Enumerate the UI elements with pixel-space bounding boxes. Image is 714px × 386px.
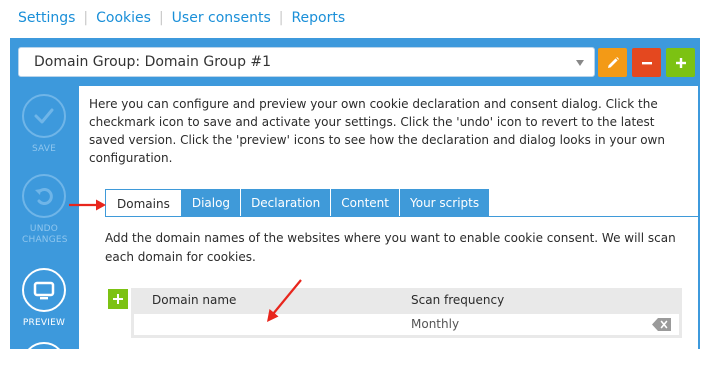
content-area: Here you can configure and preview your … [79,86,698,349]
column-header-scan-frequency: Scan frequency [411,293,505,307]
preview-circle [22,268,66,312]
plus-icon [675,57,686,68]
undo-label: UNDO CHANGES [22,224,68,245]
save-circle [22,94,66,138]
nav-settings-link[interactable]: Settings [18,10,75,26]
domains-description: Add the domain names of the websites whe… [105,231,676,264]
tab-dialog[interactable]: Dialog [181,189,242,216]
tab-bar: Domains Dialog Declaration Content Your … [105,189,491,217]
domain-group-select[interactable]: Domain Group: Domain Group #1 [18,47,595,77]
minus-icon [641,61,652,64]
edit-group-button[interactable] [598,48,627,77]
tab-declaration[interactable]: Declaration [241,189,332,216]
tab-your-scripts[interactable]: Your scripts [399,189,491,216]
undo-circle [22,174,66,218]
table-row: Monthly [134,314,679,335]
domains-table: Domain name Scan frequency Monthly [131,288,682,338]
top-nav: Settings | Cookies | User consents | Rep… [18,8,345,28]
domain-group-value: Domain Group: Domain Group #1 [34,54,272,70]
column-header-domain-name: Domain name [152,293,237,307]
chevron-down-icon [576,60,584,66]
checkmark-icon [34,108,54,124]
preview-label: PREVIEW [22,318,66,328]
intro-text: Here you can configure and preview your … [89,97,665,165]
annotation-arrow-icon [267,279,302,322]
tab-domains[interactable]: Domains [105,189,182,217]
nav-separator: | [278,10,284,26]
scan-frequency-select[interactable]: Monthly [411,317,459,331]
save-button[interactable]: SAVE [10,94,78,155]
add-group-button[interactable] [666,48,695,77]
nav-cookies-link[interactable]: Cookies [96,10,151,26]
preview-button[interactable]: PREVIEW [10,268,78,329]
annotation-arrow-icon [69,199,106,211]
undo-icon [35,188,53,205]
remove-group-button[interactable] [632,48,661,77]
nav-user-consents-link[interactable]: User consents [172,10,271,26]
tab-underline [105,216,698,217]
save-label: SAVE [31,144,57,154]
plus-icon [113,294,123,304]
monitor-icon [33,281,55,300]
nav-separator: | [158,10,164,26]
tab-content[interactable]: Content [331,189,400,216]
nav-separator: | [83,10,89,26]
editor-panel: Domain Group: Domain Group #1 SAVE UNDO … [10,38,700,386]
add-domain-button[interactable] [108,289,128,309]
pencil-icon [607,56,619,68]
nav-reports-link[interactable]: Reports [291,10,345,26]
delete-backspace-icon[interactable] [652,318,672,331]
